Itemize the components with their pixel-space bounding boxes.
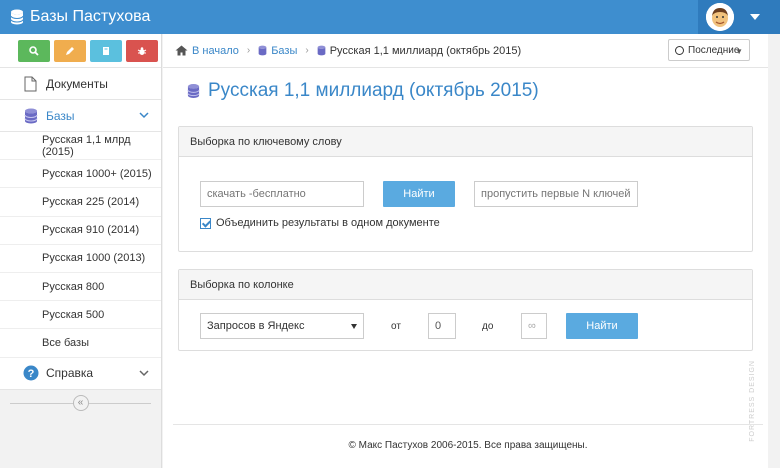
keyword-input[interactable] — [200, 181, 364, 207]
book-icon — [103, 46, 109, 55]
caret-down-icon — [351, 324, 357, 329]
to-input[interactable]: ∞ — [521, 313, 547, 339]
pencil-icon — [66, 46, 74, 55]
breadcrumb-home-link[interactable]: В начало — [192, 45, 239, 57]
sidebar-subitem-base[interactable]: Русская 500 — [0, 301, 161, 330]
double-chevron-left-icon[interactable]: « — [72, 394, 89, 411]
search-button[interactable] — [18, 39, 50, 62]
find-button[interactable]: Найти — [566, 313, 638, 339]
merge-checkbox[interactable] — [200, 217, 211, 229]
sidebar-subitem-base[interactable]: Русская 1000 (2013) — [0, 244, 161, 273]
caret-down-icon: ▼ — [735, 47, 743, 56]
column-panel: Выборка по колонке Запросов в Яндекс от … — [178, 269, 753, 351]
merge-label: Объединить результаты в одном документе — [216, 217, 440, 229]
database-icon — [187, 83, 200, 99]
breadcrumb-separator: › — [246, 45, 251, 56]
panel-title: Выборка по ключевому слову — [179, 127, 752, 157]
recent-dropdown[interactable]: Последние ▼ — [668, 39, 750, 61]
find-button[interactable]: Найти — [383, 181, 455, 207]
search-icon — [29, 45, 39, 56]
database-icon — [258, 45, 267, 56]
right-strip — [768, 34, 780, 468]
from-input[interactable]: 0 — [428, 313, 456, 339]
column-select-value: Запросов в Яндекс — [207, 320, 305, 332]
database-icon — [317, 45, 326, 56]
sidebar: Документы Базы Русская 1,1 млрд (2015) Р… — [0, 34, 162, 468]
sidebar-subitem-base[interactable]: Русская 1000+ (2015) — [0, 160, 161, 189]
sidebar-subitem-base[interactable]: Русская 1,1 млрд (2015) — [0, 132, 161, 161]
page-title: Русская 1,1 миллиард (октябрь 2015) — [187, 80, 539, 102]
avatar-image — [706, 3, 734, 31]
skip-n-input[interactable] — [474, 181, 638, 207]
sidebar-subitem-base[interactable]: Русская 910 (2014) — [0, 216, 161, 245]
sidebar-collapse-bar: « — [0, 390, 161, 416]
breadcrumb-separator: › — [305, 45, 309, 56]
column-select[interactable]: Запросов в Яндекс — [200, 313, 364, 339]
book-button[interactable] — [90, 39, 122, 62]
to-label: до — [482, 321, 494, 332]
sidebar-item-documents[interactable]: Документы — [0, 68, 161, 100]
database-icon — [22, 107, 40, 125]
breadcrumb: В начало › Базы › Русская 1,1 миллиард (… — [163, 34, 768, 68]
breadcrumb-current: Русская 1,1 миллиард (октябрь 2015) — [317, 45, 521, 57]
footer: © Макс Пастухов 2006-2015. Все права защ… — [173, 424, 763, 451]
recent-label: Последние — [688, 44, 740, 56]
avatar[interactable] — [706, 3, 734, 31]
top-bar: Базы Пастухова — [0, 0, 780, 34]
chevron-down-icon[interactable] — [750, 14, 760, 20]
database-icon — [10, 9, 24, 25]
from-label: от — [391, 321, 401, 332]
panel-title: Выборка по колонке — [179, 270, 752, 300]
sidebar-item-help[interactable]: ? Справка — [0, 357, 161, 390]
clock-icon — [675, 45, 684, 55]
chevron-down-icon[interactable] — [139, 111, 149, 119]
user-menu[interactable] — [698, 0, 780, 34]
help-icon: ? — [22, 364, 40, 382]
documents-icon — [22, 75, 40, 93]
sidebar-subitem-base[interactable]: Русская 225 (2014) — [0, 188, 161, 217]
breadcrumb-home[interactable]: В начало › — [175, 45, 258, 57]
keyword-panel: Выборка по ключевому слову Найти Объедин… — [178, 126, 753, 252]
sidebar-subitem-base[interactable]: Русская 800 — [0, 272, 161, 302]
breadcrumb-bases[interactable]: Базы › — [258, 45, 317, 57]
chevron-down-icon[interactable] — [139, 369, 149, 377]
sidebar-item-label: Базы — [46, 108, 75, 123]
page-title-text: Русская 1,1 миллиард (октябрь 2015) — [208, 80, 539, 101]
sidebar-item-bases[interactable]: Базы — [0, 100, 161, 132]
breadcrumb-current-label: Русская 1,1 миллиард (октябрь 2015) — [329, 44, 522, 57]
merge-checkbox-row[interactable]: Объединить результаты в одном документе — [200, 217, 440, 229]
app-title: Базы Пастухова — [30, 8, 151, 25]
watermark: FORTRESS DESIGN — [749, 360, 756, 442]
edit-button[interactable] — [54, 39, 86, 62]
main-content: В начало › Базы › Русская 1,1 миллиард (… — [163, 34, 768, 468]
svg-text:?: ? — [28, 368, 35, 380]
sidebar-item-label: Документы — [46, 76, 108, 91]
sidebar-item-label: Справка — [46, 366, 94, 380]
home-icon — [175, 45, 188, 56]
bug-icon — [137, 46, 147, 55]
breadcrumb-bases-link[interactable]: Базы — [271, 45, 297, 57]
bug-button[interactable] — [126, 39, 158, 62]
brand[interactable]: Базы Пастухова — [10, 0, 150, 34]
sidebar-subitem-all-bases[interactable]: Все базы — [0, 329, 161, 358]
quick-actions — [0, 34, 161, 68]
